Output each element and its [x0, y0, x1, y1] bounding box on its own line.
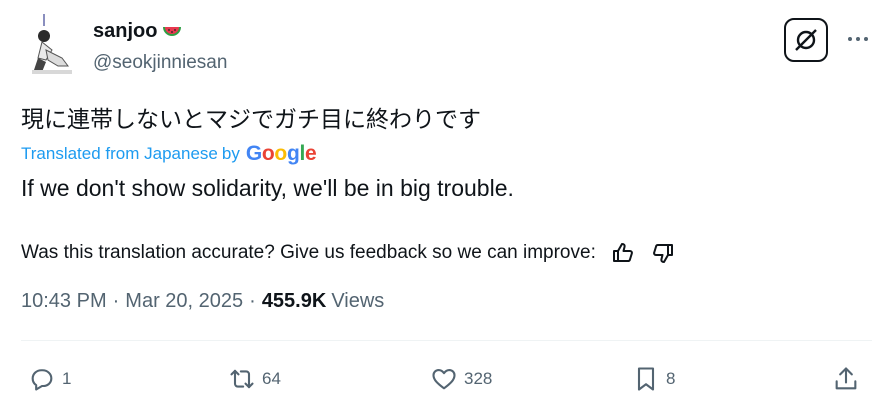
- divider: [21, 340, 872, 341]
- thumbs-up-icon: [612, 243, 633, 262]
- bookmark-icon: [637, 367, 655, 391]
- translated-from-link[interactable]: Translated from Japanese: [21, 144, 218, 164]
- like-button[interactable]: 328: [430, 365, 492, 393]
- feedback-prompt: Was this translation accurate? Give us f…: [21, 242, 596, 263]
- bookmark-button[interactable]: 8: [632, 365, 675, 393]
- heart-icon: [432, 368, 456, 390]
- tweet-date[interactable]: Mar 20, 2025: [125, 290, 243, 313]
- watermelon-icon: [161, 21, 183, 43]
- repost-button[interactable]: 64: [228, 365, 281, 393]
- like-count: 328: [464, 369, 493, 388]
- more-dots-icon: [848, 37, 868, 41]
- translation-attribution: Translated from Japanese by Google: [21, 142, 317, 166]
- thumbs-down-icon: [652, 244, 673, 263]
- tweet-translated-text: If we don't show solidarity, we'll be in…: [21, 175, 514, 201]
- repost-count: 64: [262, 369, 281, 388]
- display-name[interactable]: sanjoo: [93, 20, 157, 43]
- thumbs-down-button[interactable]: [650, 240, 676, 266]
- repost-icon: [230, 369, 254, 389]
- reply-icon: [31, 369, 53, 391]
- grok-button[interactable]: [784, 18, 828, 62]
- share-icon: [835, 367, 857, 390]
- user-name-row[interactable]: sanjoo: [93, 20, 183, 43]
- translation-feedback: Was this translation accurate? Give us f…: [21, 240, 676, 266]
- tweet-original-text: 現に連帯しないとマジでガチ目に終わりです: [21, 107, 481, 133]
- action-bar: 1 64 328 8: [0, 365, 890, 395]
- thumbs-up-button[interactable]: [610, 240, 636, 266]
- bookmark-count: 8: [666, 369, 676, 388]
- avatar[interactable]: [28, 14, 76, 78]
- tweet-meta: 10:43 PM · Mar 20, 2025 · 455.9K Views: [21, 290, 384, 313]
- avatar-figure-icon: [32, 14, 72, 74]
- meta-separator: ·: [112, 290, 120, 312]
- google-logo: Google: [245, 142, 317, 165]
- reply-button[interactable]: 1: [28, 365, 71, 393]
- translated-by-label: by: [221, 144, 240, 163]
- more-button[interactable]: [844, 28, 872, 50]
- views-count[interactable]: 455.9K: [262, 290, 327, 313]
- tweet-time[interactable]: 10:43 PM: [21, 290, 107, 313]
- grok-icon: [795, 29, 817, 51]
- share-button[interactable]: [832, 365, 860, 393]
- meta-separator: ·: [249, 290, 256, 312]
- user-handle[interactable]: @seokjinniesan: [93, 52, 227, 74]
- reply-count: 1: [62, 369, 72, 388]
- views-label: Views: [331, 290, 385, 312]
